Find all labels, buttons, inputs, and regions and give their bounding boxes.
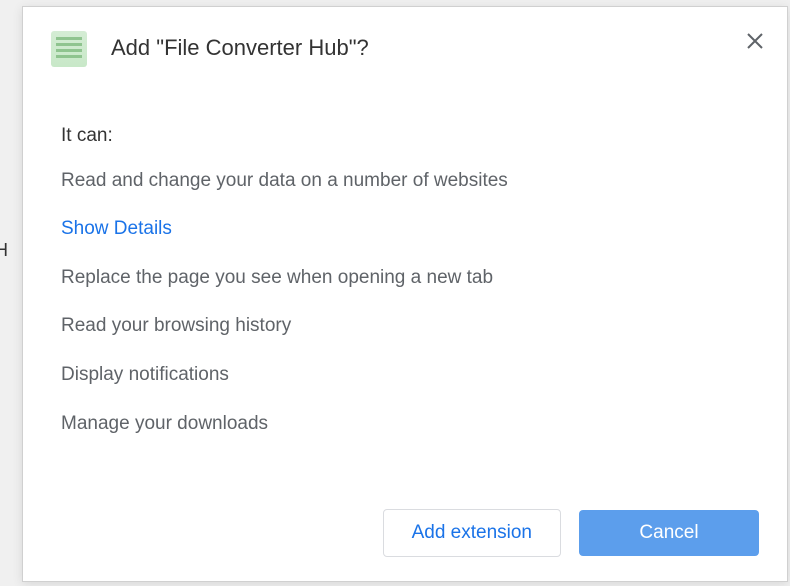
permissions-content: It can: Read and change your data on a n… (23, 107, 783, 478)
extension-install-dialog: Add "File Converter Hub"? It can: Read a… (22, 6, 788, 582)
permission-item: Display notifications (61, 363, 745, 388)
close-icon (746, 32, 764, 50)
permission-item: Replace the page you see when opening a … (61, 266, 745, 291)
dialog-header: Add "File Converter Hub"? (23, 7, 787, 77)
extension-icon (51, 31, 87, 67)
show-details-link[interactable]: Show Details (61, 218, 745, 240)
background-text-fragment: H (0, 240, 8, 261)
dialog-title: Add "File Converter Hub"? (111, 27, 369, 64)
permission-item: Manage your downloads (61, 412, 745, 437)
close-button[interactable] (741, 27, 769, 55)
permissions-scroll-area[interactable]: It can: Read and change your data on a n… (23, 107, 783, 481)
permission-item: Read your browsing history (61, 314, 745, 339)
cancel-button[interactable]: Cancel (579, 510, 759, 556)
permission-item: Read and change your data on a number of… (61, 169, 745, 194)
dialog-footer: Add extension Cancel (23, 485, 787, 581)
add-extension-button[interactable]: Add extension (383, 509, 561, 557)
permissions-intro: It can: (61, 125, 745, 147)
